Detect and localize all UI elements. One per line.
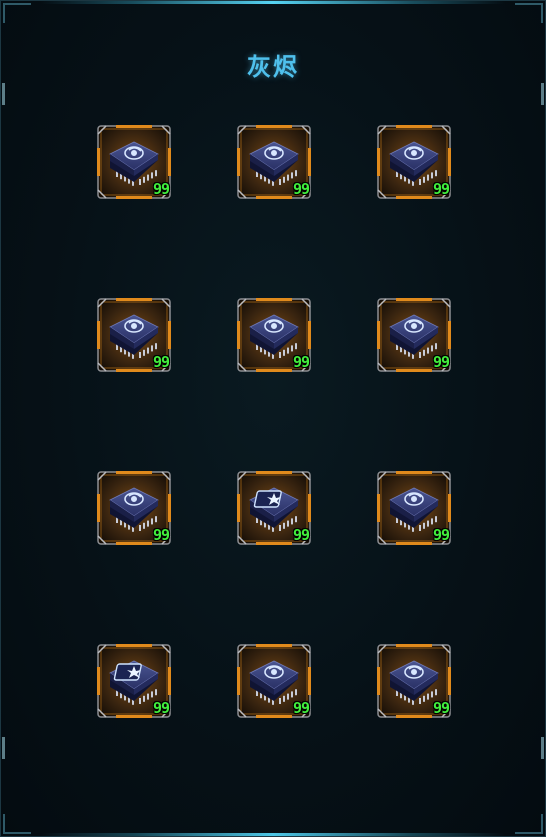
item-count: 99 — [152, 526, 170, 544]
item-count: 99 — [152, 353, 170, 371]
inventory-slot[interactable]: 99 — [236, 297, 312, 373]
panel-side-tick — [2, 83, 5, 105]
inventory-slot[interactable]: 99 — [236, 124, 312, 200]
inventory-slot[interactable]: 99 — [236, 643, 312, 719]
panel-corner — [3, 3, 31, 23]
panel-bottom-glow — [41, 833, 505, 836]
item-count: 99 — [432, 353, 450, 371]
item-count: 99 — [292, 526, 310, 544]
item-count: 99 — [432, 180, 450, 198]
inventory-slot[interactable]: 99 — [96, 124, 172, 200]
inventory-slot[interactable]: 99 — [376, 124, 452, 200]
item-count: 99 — [432, 526, 450, 544]
item-count: 99 — [292, 699, 310, 717]
panel-corner — [3, 814, 31, 834]
panel-side-tick — [541, 83, 544, 105]
item-count: 99 — [152, 180, 170, 198]
panel-corner — [515, 3, 543, 23]
panel-corner — [515, 814, 543, 834]
panel-top-glow — [41, 1, 505, 4]
inventory-slot[interactable]: 99 — [96, 470, 172, 546]
inventory-slot[interactable]: 99 — [236, 470, 312, 546]
item-count: 99 — [292, 180, 310, 198]
inventory-slot[interactable]: 99 — [376, 470, 452, 546]
inventory-slot[interactable]: 99 — [376, 643, 452, 719]
item-count: 99 — [432, 699, 450, 717]
panel-title: 灰烬 — [247, 53, 299, 81]
inventory-slot[interactable]: 99 — [96, 297, 172, 373]
inventory-panel: 灰烬 99 99 99 99 99 99 99 99 99 99 99 99 — [0, 0, 546, 837]
inventory-slot[interactable]: 99 — [376, 297, 452, 373]
panel-side-tick — [541, 737, 544, 759]
item-count: 99 — [292, 353, 310, 371]
item-count: 99 — [152, 699, 170, 717]
panel-side-tick — [2, 737, 5, 759]
inventory-slot[interactable]: 99 — [96, 643, 172, 719]
